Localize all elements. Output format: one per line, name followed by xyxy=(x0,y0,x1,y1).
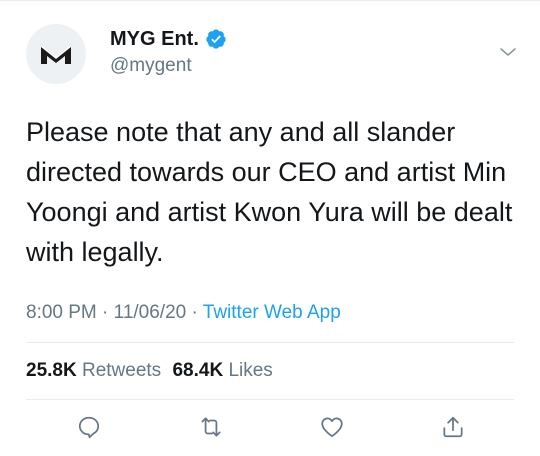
tweet-source-link[interactable]: Twitter Web App xyxy=(203,302,341,323)
divider xyxy=(26,399,514,400)
avatar[interactable] xyxy=(26,24,86,84)
retweets-label: Retweets xyxy=(81,360,162,381)
likes-stat[interactable]: 68.4K Likes xyxy=(172,360,272,381)
share-icon xyxy=(443,416,463,438)
likes-count: 68.4K xyxy=(172,360,224,381)
tweet-date[interactable]: 11/06/20 xyxy=(114,302,187,323)
reply-button[interactable] xyxy=(76,414,102,440)
tweet-text: Please note that any and all slander dir… xyxy=(26,117,513,267)
tweet-time[interactable]: 8:00 PM xyxy=(26,302,97,323)
chevron-down-icon[interactable] xyxy=(496,40,520,64)
retweets-stat[interactable]: 25.8K Retweets xyxy=(26,360,166,381)
like-button[interactable] xyxy=(319,414,345,440)
meta-separator: · xyxy=(102,302,109,323)
myg-logo-icon xyxy=(40,45,72,64)
comment-icon xyxy=(78,416,100,439)
divider xyxy=(26,342,514,343)
retweet-button[interactable] xyxy=(198,414,224,440)
likes-label: Likes xyxy=(228,360,273,381)
share-button[interactable] xyxy=(440,414,466,440)
author-name-row[interactable]: MYG Ent. xyxy=(110,26,227,52)
top-divider xyxy=(0,0,540,1)
tweet-meta: 8:00 PM · 11/06/20 · Twitter Web App xyxy=(26,300,341,326)
retweet-icon xyxy=(201,417,221,437)
meta-separator: · xyxy=(191,302,198,323)
tweet-stats: 25.8K Retweets 68.4K Likes xyxy=(26,358,279,384)
heart-icon xyxy=(321,417,343,438)
retweets-count: 25.8K xyxy=(26,360,77,381)
author-handle[interactable]: @mygent xyxy=(110,54,192,78)
verified-badge-icon xyxy=(206,29,226,49)
display-name[interactable]: MYG Ent. xyxy=(110,26,199,52)
